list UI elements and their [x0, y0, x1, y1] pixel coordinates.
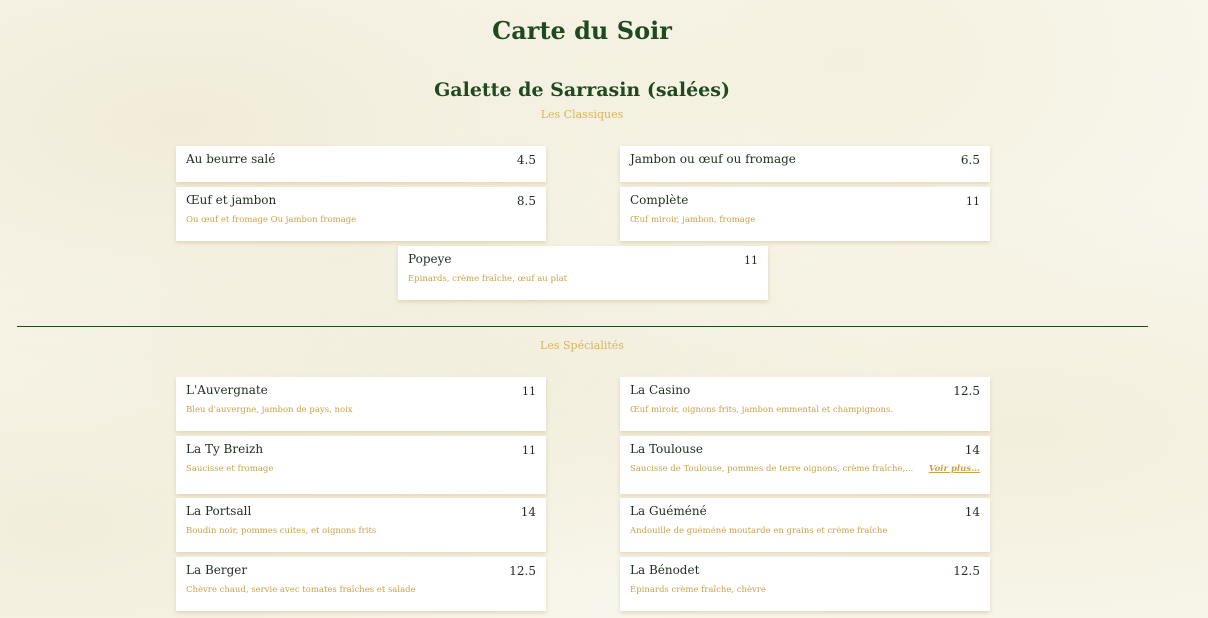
menu-item-price: 11 — [522, 385, 536, 398]
menu-item-description: Saucisse et fromage — [186, 464, 274, 474]
menu-item-card[interactable]: La Guéméné 14 Andouille de guéméné mouta… — [620, 498, 990, 552]
menu-item-price: 11 — [744, 254, 758, 267]
menu-item-name: Popeye — [408, 252, 452, 266]
menu-item-description: Saucisse de Toulouse, pommes de terre oi… — [630, 464, 914, 474]
menu-item-price: 8.5 — [516, 194, 536, 208]
page-title: Carte du Soir — [492, 16, 672, 45]
menu-item-card[interactable]: Au beurre salé 4.5 — [176, 146, 546, 182]
menu-item-card[interactable]: Jambon ou œuf ou fromage 6.5 — [620, 146, 990, 182]
menu-item-description: Ou œuf et fromage Ou jambon fromage — [186, 215, 357, 225]
subsection-label-specialites: Les Spécialités — [540, 339, 624, 352]
menu-item-description: Épinards crème fraîche, chèvre — [630, 585, 766, 595]
menu-item-card[interactable]: L'Auvergnate 11 Bleu d'auvergne, jambon … — [176, 377, 546, 431]
menu-item-name: La Ty Breizh — [186, 442, 264, 456]
menu-item-description: Epinards, crème fraîche, œuf au plat — [408, 274, 568, 284]
menu-item-description: Œuf miroir, oignons frits, jambon emment… — [630, 405, 894, 415]
menu-item-description: Œuf miroir, jambon, fromage — [630, 215, 756, 225]
menu-item-card[interactable]: Popeye 11 Epinards, crème fraîche, œuf a… — [398, 246, 768, 300]
menu-item-card[interactable]: Œuf et jambon 8.5 Ou œuf et fromage Ou j… — [176, 187, 546, 241]
menu-item-name: Œuf et jambon — [186, 193, 277, 207]
menu-item-price: 11 — [966, 195, 980, 208]
subsection-label-classiques: Les Classiques — [540, 108, 624, 121]
menu-item-name: L'Auvergnate — [186, 383, 268, 397]
menu-item-name: Au beurre salé — [186, 152, 276, 166]
menu-item-name: La Toulouse — [630, 442, 704, 456]
menu-item-price: 12.5 — [953, 564, 980, 578]
menu-item-price: 11 — [522, 444, 536, 457]
menu-item-price: 12.5 — [953, 384, 980, 398]
menu-item-card[interactable]: La Berger 12.5 Chèvre chaud, servie avec… — [176, 557, 546, 611]
menu-item-card[interactable]: La Bénodet 12.5 Épinards crème fraîche, … — [620, 557, 990, 611]
menu-item-name: La Casino — [630, 383, 691, 397]
menu-item-price: 14 — [520, 505, 536, 519]
menu-item-name: La Guéméné — [630, 504, 707, 518]
section-divider — [17, 326, 1148, 327]
see-more-link[interactable]: Voir plus... — [929, 464, 980, 474]
menu-item-price: 6.5 — [960, 153, 980, 167]
menu-item-name: Jambon ou œuf ou fromage — [630, 152, 796, 166]
menu-item-description: Bleu d'auvergne, jambon de pays, noix — [186, 405, 353, 415]
menu-item-price: 14 — [964, 443, 980, 457]
menu-item-description: Andouille de guéméné moutarde en grains … — [630, 526, 888, 536]
menu-item-name: La Berger — [186, 563, 248, 577]
menu-item-card[interactable]: La Toulouse 14 Saucisse de Toulouse, pom… — [620, 436, 990, 494]
menu-item-card[interactable]: Complète 11 Œuf miroir, jambon, fromage — [620, 187, 990, 241]
menu-item-price: 12.5 — [509, 564, 536, 578]
menu-item-name: La Bénodet — [630, 563, 700, 577]
menu-item-name: La Portsall — [186, 504, 252, 518]
menu-item-card[interactable]: La Ty Breizh 11 Saucisse et fromage — [176, 436, 546, 494]
menu-item-description: Boudin noir, pommes cuites, et oignons f… — [186, 526, 377, 536]
menu-item-price: 14 — [964, 505, 980, 519]
section-title: Galette de Sarrasin (salées) — [434, 79, 730, 101]
menu-item-price: 4.5 — [516, 153, 536, 167]
menu-item-card[interactable]: La Portsall 14 Boudin noir, pommes cuite… — [176, 498, 546, 552]
menu-item-description: Chèvre chaud, servie avec tomates fraîch… — [186, 585, 416, 595]
menu-item-name: Complète — [630, 193, 689, 207]
menu-item-card[interactable]: La Casino 12.5 Œuf miroir, oignons frits… — [620, 377, 990, 431]
